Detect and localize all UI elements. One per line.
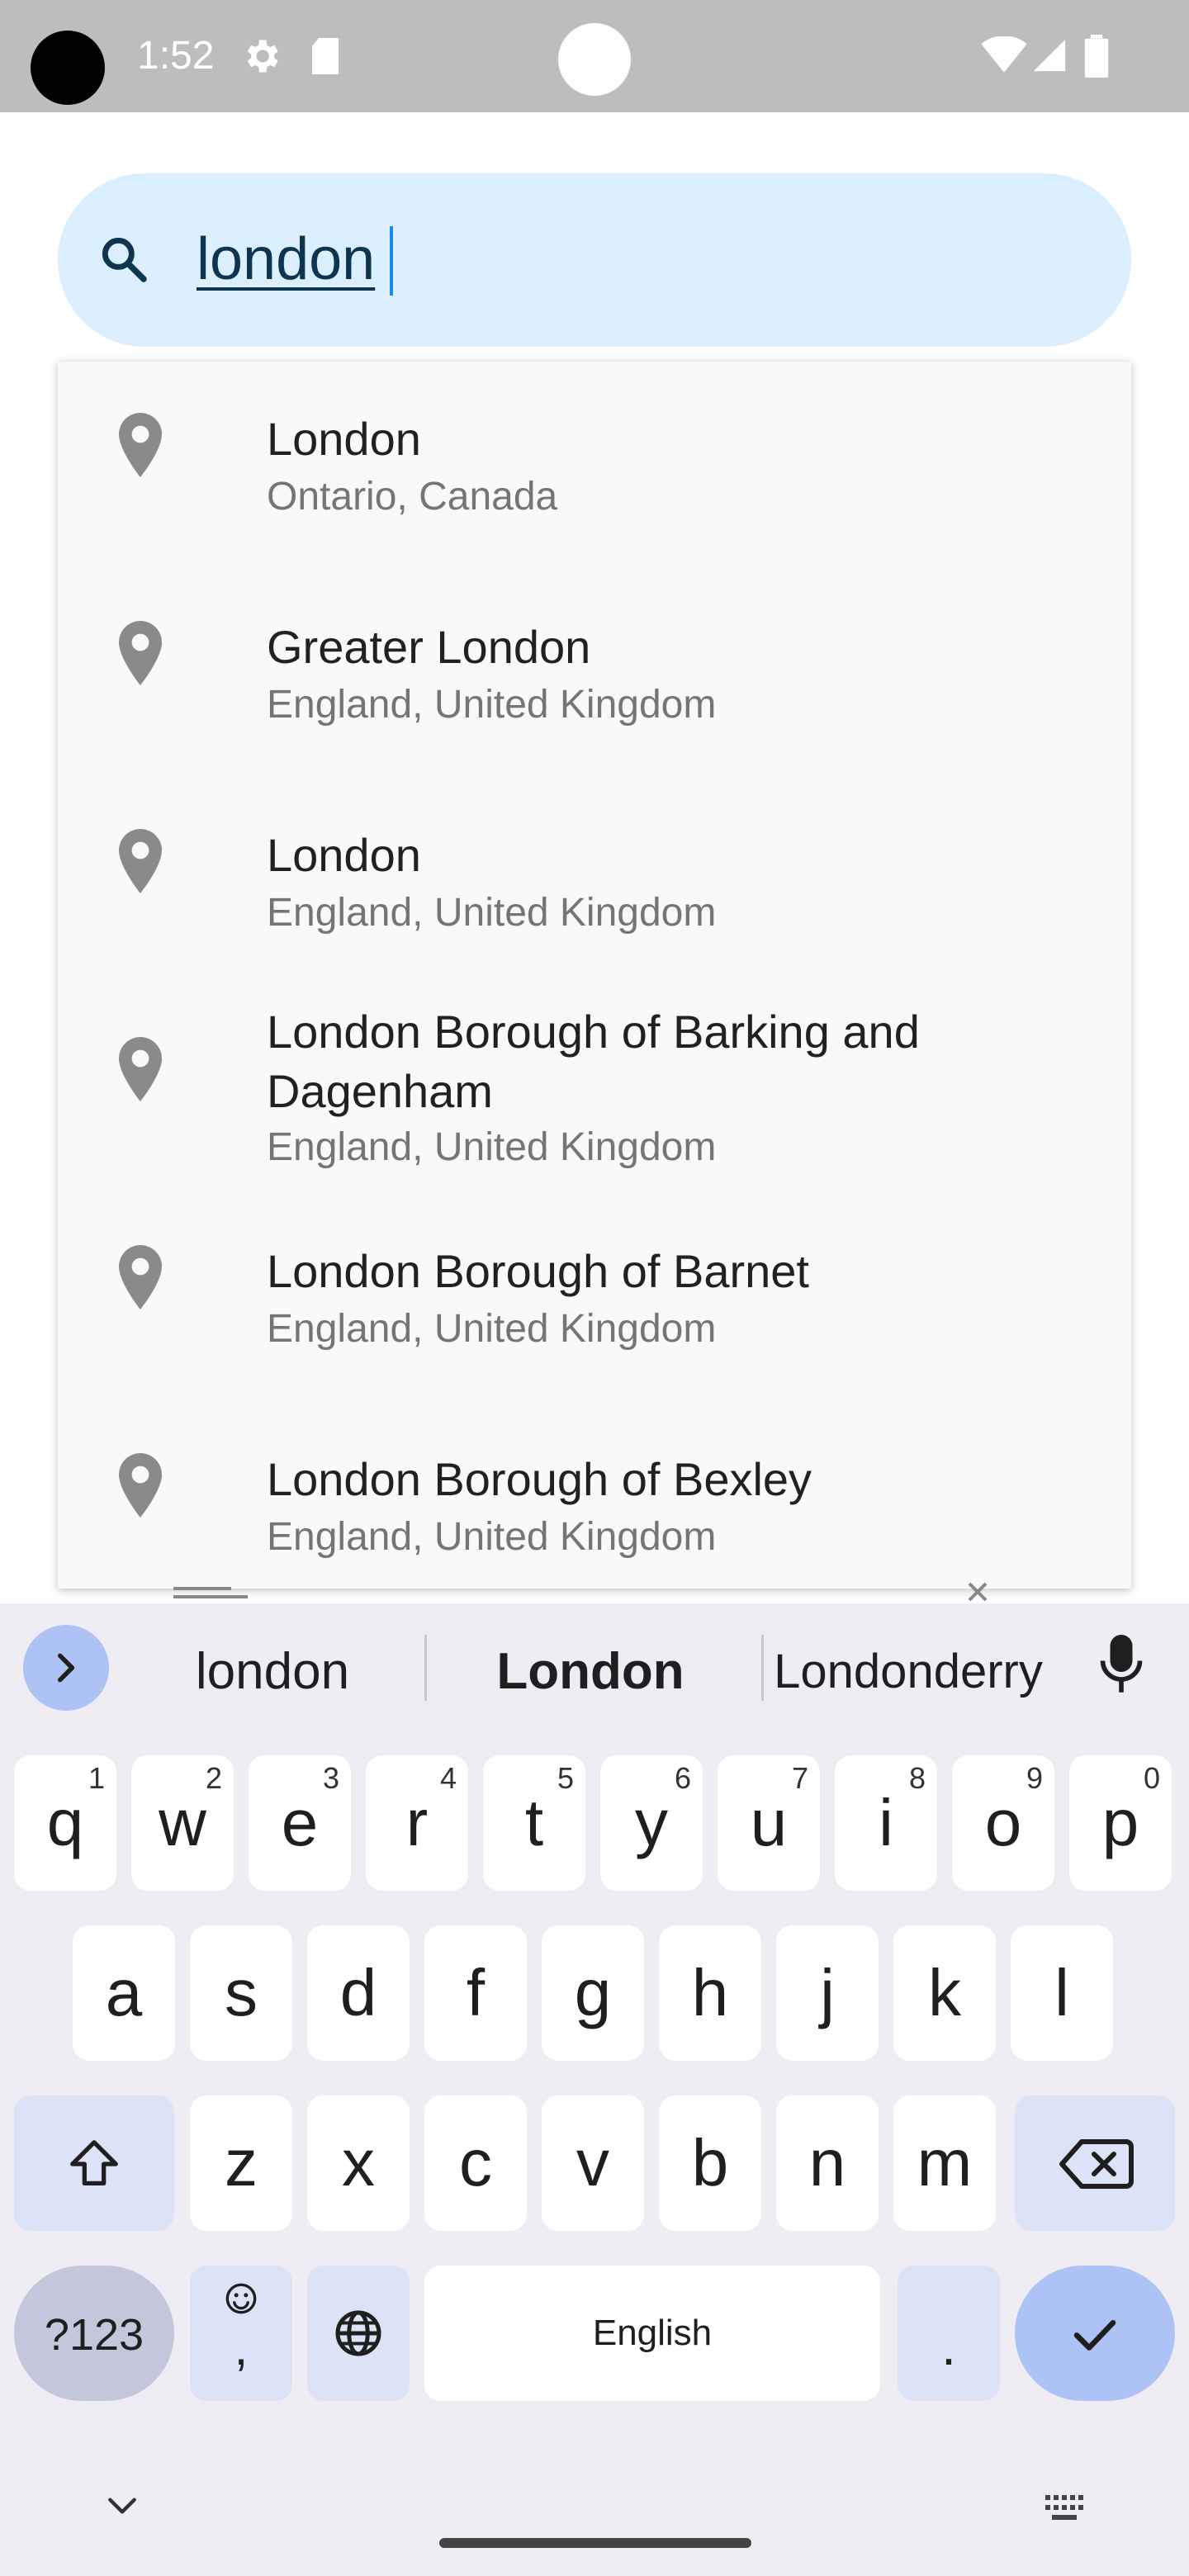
hide-keyboard-icon[interactable] — [104, 2493, 140, 2518]
checkmark-icon — [1073, 2319, 1116, 2351]
suggestion-title: London Borough of Bexley — [267, 1453, 812, 1505]
gear-icon — [247, 40, 278, 73]
key-x[interactable]: x — [307, 2095, 410, 2231]
gesture-nav-handle[interactable] — [439, 2538, 751, 2548]
suggestion-subtitle: England, United Kingdom — [267, 683, 717, 727]
chevron-right-icon — [57, 1653, 75, 1683]
keyboard-suggestion[interactable]: Londonderry — [771, 1643, 1045, 1701]
key-p[interactable]: p0 — [1069, 1755, 1172, 1891]
key-l[interactable]: l — [1011, 1925, 1113, 2061]
key-d[interactable]: d — [307, 1925, 410, 2061]
suggestion-subtitle: England, United Kingdom — [267, 891, 717, 935]
hidden-menu-icon — [173, 1587, 248, 1598]
search-icon[interactable] — [97, 233, 150, 286]
suggestion-divider — [761, 1635, 764, 1701]
location-pin-icon — [119, 1245, 162, 1309]
suggestion-title: London — [267, 829, 421, 881]
suggestion-item[interactable]: London Borough of Bexley England, United… — [58, 1402, 1131, 1589]
shift-key[interactable] — [14, 2095, 174, 2231]
key-u[interactable]: u7 — [718, 1755, 820, 1891]
space-key[interactable]: English — [424, 2266, 880, 2401]
key-j[interactable]: j — [776, 1925, 879, 2061]
location-pin-icon — [119, 621, 162, 685]
emoji-comma-key[interactable]: , — [190, 2266, 292, 2401]
keyboard-switch-icon[interactable] — [1042, 2492, 1088, 2525]
suggestion-subtitle: England, United Kingdom — [267, 1125, 717, 1169]
period-key[interactable]: . — [898, 2266, 1000, 2401]
enter-key[interactable] — [1015, 2266, 1175, 2401]
microphone-icon[interactable] — [1098, 1635, 1144, 1694]
key-e[interactable]: e3 — [249, 1755, 351, 1891]
key-c[interactable]: c — [424, 2095, 527, 2231]
front-sensor — [558, 23, 631, 96]
backspace-icon — [1059, 2139, 1134, 2189]
suggestion-item[interactable]: London Borough of Barnet England, United… — [58, 1194, 1131, 1400]
text-cursor — [390, 226, 393, 296]
key-r[interactable]: r4 — [366, 1755, 468, 1891]
keyboard-suggestion[interactable]: london — [157, 1643, 388, 1701]
suggestion-item[interactable]: Greater London England, United Kingdom — [58, 570, 1131, 776]
emoji-icon — [225, 2283, 257, 2314]
key-h[interactable]: h — [659, 1925, 761, 2061]
suggestion-subtitle: Ontario, Canada — [267, 475, 558, 519]
location-pin-icon — [119, 829, 162, 893]
suggestion-item[interactable]: London Ontario, Canada — [58, 362, 1131, 568]
key-i[interactable]: i8 — [835, 1755, 937, 1891]
key-z[interactable]: z — [190, 2095, 292, 2231]
key-n[interactable]: n — [776, 2095, 879, 2231]
location-pin-icon — [119, 1453, 162, 1518]
suggestion-subtitle: England, United Kingdom — [267, 1515, 717, 1559]
keyboard — [0, 1603, 1189, 2576]
suggestion-title: London Borough of Barnet — [267, 1245, 809, 1297]
suggestion-title: Greater London — [267, 621, 591, 673]
key-g[interactable]: g — [542, 1925, 644, 2061]
key-w[interactable]: w2 — [131, 1755, 234, 1891]
suggestion-list: London Ontario, Canada Greater London En… — [58, 362, 1131, 1589]
globe-icon — [335, 2310, 381, 2356]
key-f[interactable]: f — [424, 1925, 527, 2061]
suggestion-divider — [424, 1635, 427, 1701]
key-k[interactable]: k — [893, 1925, 996, 2061]
key-y[interactable]: y6 — [600, 1755, 703, 1891]
signal-icon — [1033, 39, 1066, 72]
location-pin-icon — [119, 1037, 162, 1101]
suggestion-subtitle: England, United Kingdom — [267, 1307, 717, 1351]
keyboard-suggestion-primary[interactable]: London — [438, 1643, 743, 1701]
sd-card-icon — [312, 38, 339, 74]
wifi-icon — [981, 36, 1027, 73]
keyboard-expand-button[interactable] — [23, 1625, 109, 1711]
status-time: 1:52 — [137, 34, 215, 78]
camera-cutout — [31, 31, 105, 105]
suggestion-title: London Borough of Barking and Dagenham — [267, 1006, 920, 1117]
hidden-close-icon — [968, 1582, 988, 1602]
key-v[interactable]: v — [542, 2095, 644, 2231]
backspace-key[interactable] — [1015, 2095, 1175, 2231]
suggestion-item[interactable]: London England, United Kingdom — [58, 778, 1131, 984]
language-key[interactable] — [307, 2266, 410, 2401]
key-q[interactable]: q1 — [14, 1755, 116, 1891]
symbols-key[interactable]: ?123 — [14, 2266, 174, 2401]
key-o[interactable]: o9 — [952, 1755, 1054, 1891]
location-pin-icon — [119, 413, 162, 477]
battery-icon — [1084, 35, 1109, 78]
search-input[interactable]: london — [197, 220, 375, 299]
key-s[interactable]: s — [190, 1925, 292, 2061]
key-t[interactable]: t5 — [483, 1755, 585, 1891]
suggestion-item[interactable]: London Borough of Barking and Dagenham E… — [58, 986, 1131, 1214]
shift-icon — [70, 2140, 118, 2185]
key-b[interactable]: b — [659, 2095, 761, 2231]
suggestion-title: London — [267, 413, 421, 465]
key-a[interactable]: a — [73, 1925, 175, 2061]
key-m[interactable]: m — [893, 2095, 996, 2231]
